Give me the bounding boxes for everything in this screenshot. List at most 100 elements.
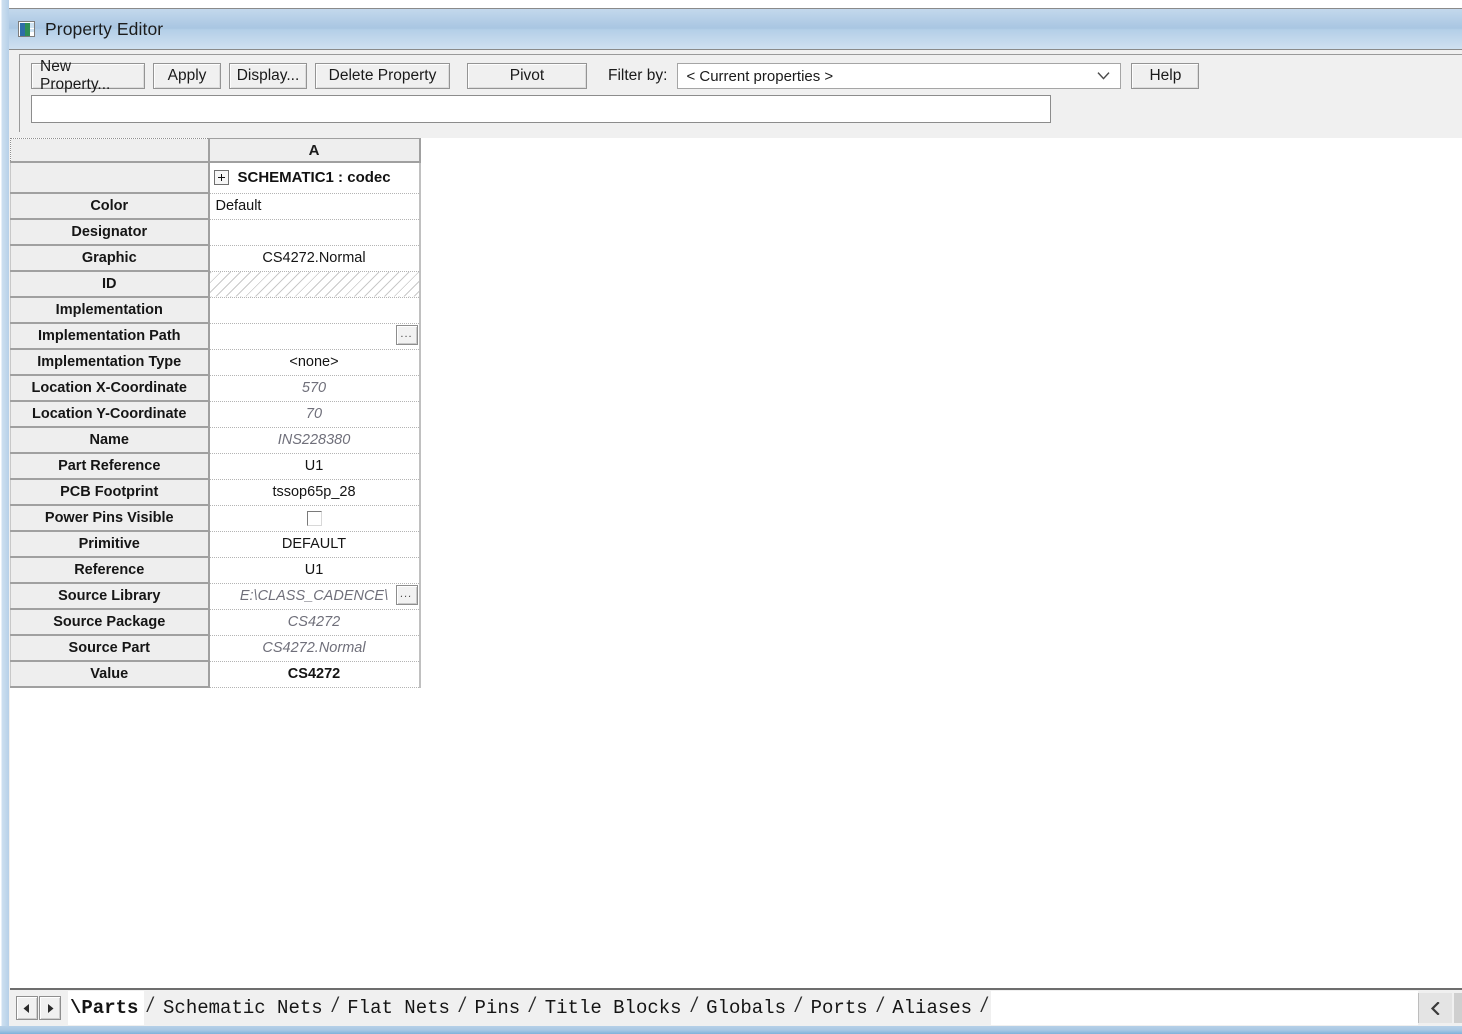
- property-value-text: 570: [301, 380, 327, 396]
- property-value-text: CS4272: [287, 666, 341, 682]
- property-row: Part Reference U1: [10, 453, 421, 480]
- property-name-cell[interactable]: Primitive: [10, 531, 210, 558]
- property-value-cell[interactable]: 570: [208, 375, 421, 402]
- delete-property-button[interactable]: Delete Property: [315, 63, 450, 89]
- grid-corner-cell[interactable]: [10, 138, 210, 163]
- property-value-cell[interactable]: INS228380: [208, 427, 421, 454]
- property-row: Source Package CS4272: [10, 609, 421, 636]
- triangle-left-icon[interactable]: [16, 996, 38, 1020]
- property-value-cell[interactable]: <none>: [208, 349, 421, 376]
- property-row: Implementation Type <none>: [10, 349, 421, 376]
- help-button[interactable]: Help: [1131, 63, 1200, 89]
- pivot-button[interactable]: Pivot: [467, 63, 587, 89]
- property-value-cell[interactable]: CS4272.Normal: [208, 635, 421, 662]
- property-name-cell[interactable]: Implementation: [10, 297, 210, 324]
- column-header-a[interactable]: A: [208, 138, 421, 163]
- property-name-cell[interactable]: Color: [10, 193, 210, 220]
- property-row: PCB Footprint tssop65p_28: [10, 479, 421, 506]
- property-name-cell[interactable]: Implementation Path: [10, 323, 210, 350]
- grid-object-row: SCHEMATIC1 : codec: [10, 162, 421, 194]
- sheet-tabs: \Parts / Schematic Nets / Flat Nets / Pins / Tit…: [68, 989, 1418, 1027]
- browse-button[interactable]: ...: [395, 324, 418, 345]
- display-button[interactable]: Display...: [229, 63, 307, 89]
- property-row: Color Default: [10, 193, 421, 220]
- object-row-label: [10, 162, 210, 194]
- filter-by-label: Filter by:: [608, 67, 668, 84]
- window-bottom-border: [0, 1026, 1462, 1034]
- property-value-text: <none>: [289, 354, 339, 370]
- grid-header-row: A: [10, 138, 421, 163]
- sheet-tab-aliases[interactable]: Aliases: [886, 991, 978, 1025]
- property-row: Value CS4272: [10, 661, 421, 688]
- triangle-right-icon[interactable]: [39, 996, 61, 1020]
- property-name-cell[interactable]: Power Pins Visible: [10, 505, 210, 532]
- property-name-cell[interactable]: Part Reference: [10, 453, 210, 480]
- sheet-tab-parts[interactable]: \Parts: [68, 991, 145, 1025]
- sheet-tab-ports[interactable]: Ports: [805, 991, 874, 1025]
- sheet-tab-schematic-nets[interactable]: Schematic Nets: [157, 991, 329, 1025]
- chevron-down-icon: [1097, 72, 1110, 80]
- property-value-cell[interactable]: E:\CLASS_CADENCE\...: [208, 583, 421, 610]
- property-row: Power Pins Visible: [10, 505, 421, 532]
- toolbar-panel: New Property... Apply Display... Delete …: [19, 54, 1462, 132]
- sheet-tab-title-blocks[interactable]: Title Blocks: [539, 991, 688, 1025]
- property-name-cell[interactable]: Source Library: [10, 583, 210, 610]
- property-value-text: CS4272: [287, 614, 341, 630]
- property-name-cell[interactable]: Reference: [10, 557, 210, 584]
- property-name-cell[interactable]: Location Y-Coordinate: [10, 401, 210, 428]
- property-value-cell[interactable]: tssop65p_28: [208, 479, 421, 506]
- property-row: Implementation: [10, 297, 421, 324]
- property-value-cell[interactable]: [208, 219, 421, 246]
- property-value-cell[interactable]: Default: [208, 193, 421, 220]
- property-row: Location X-Coordinate 570: [10, 375, 421, 402]
- sheet-tab-globals[interactable]: Globals: [700, 991, 792, 1025]
- property-value-cell[interactable]: [208, 297, 421, 324]
- new-property-button[interactable]: New Property...: [31, 58, 145, 93]
- property-row: Source Library E:\CLASS_CADENCE\...: [10, 583, 421, 610]
- sheet-tab-pins[interactable]: Pins: [469, 991, 527, 1025]
- property-value-cell[interactable]: CS4272: [208, 661, 421, 688]
- property-value-cell[interactable]: CS4272: [208, 609, 421, 636]
- browse-button[interactable]: ...: [395, 584, 418, 605]
- property-name-cell[interactable]: Source Package: [10, 609, 210, 636]
- filter-by-value: < Current properties >: [686, 67, 834, 85]
- property-value-input[interactable]: [31, 95, 1051, 123]
- tab-separator: /: [688, 996, 699, 1019]
- tab-separator: /: [145, 996, 156, 1019]
- property-value-text: DEFAULT: [281, 536, 347, 552]
- sheet-tab-bar: \Parts / Schematic Nets / Flat Nets / Pins / Tit…: [10, 988, 1462, 1026]
- power-pins-visible-checkbox[interactable]: [306, 510, 322, 526]
- property-name-cell[interactable]: Implementation Type: [10, 349, 210, 376]
- property-name-cell[interactable]: Value: [10, 661, 210, 688]
- property-name-cell[interactable]: Graphic: [10, 245, 210, 272]
- property-value-cell[interactable]: DEFAULT: [208, 531, 421, 558]
- property-name-cell[interactable]: Source Part: [10, 635, 210, 662]
- property-value-cell[interactable]: U1: [208, 453, 421, 480]
- property-row: Designator: [10, 219, 421, 246]
- tab-separator: /: [457, 996, 468, 1019]
- property-name-cell[interactable]: Name: [10, 427, 210, 454]
- property-value-cell[interactable]: U1: [208, 557, 421, 584]
- object-row-value[interactable]: SCHEMATIC1 : codec: [208, 162, 421, 194]
- property-row: Location Y-Coordinate 70: [10, 401, 421, 428]
- property-value-text: Default: [215, 198, 262, 214]
- property-value-cell[interactable]: [208, 271, 421, 298]
- property-value-text: CS4272.Normal: [262, 640, 366, 656]
- property-value-cell[interactable]: ...: [208, 323, 421, 350]
- property-value-cell[interactable]: [208, 505, 421, 532]
- property-value-text: E:\CLASS_CADENCE\: [239, 588, 389, 604]
- property-row: Implementation Path...: [10, 323, 421, 350]
- chevron-left-icon[interactable]: [1418, 993, 1452, 1023]
- apply-button[interactable]: Apply: [153, 63, 221, 89]
- tab-separator: /: [793, 996, 804, 1019]
- sheet-tab-flat-nets[interactable]: Flat Nets: [341, 991, 456, 1025]
- property-name-cell[interactable]: Location X-Coordinate: [10, 375, 210, 402]
- property-name-cell[interactable]: PCB Footprint: [10, 479, 210, 506]
- property-value-cell[interactable]: 70: [208, 401, 421, 428]
- filter-by-select[interactable]: < Current properties >: [677, 63, 1122, 89]
- property-value-cell[interactable]: CS4272.Normal: [208, 245, 421, 272]
- property-name-cell[interactable]: Designator: [10, 219, 210, 246]
- property-name-cell[interactable]: ID: [10, 271, 210, 298]
- plus-icon[interactable]: [213, 170, 229, 186]
- window-title: Property Editor: [45, 18, 164, 39]
